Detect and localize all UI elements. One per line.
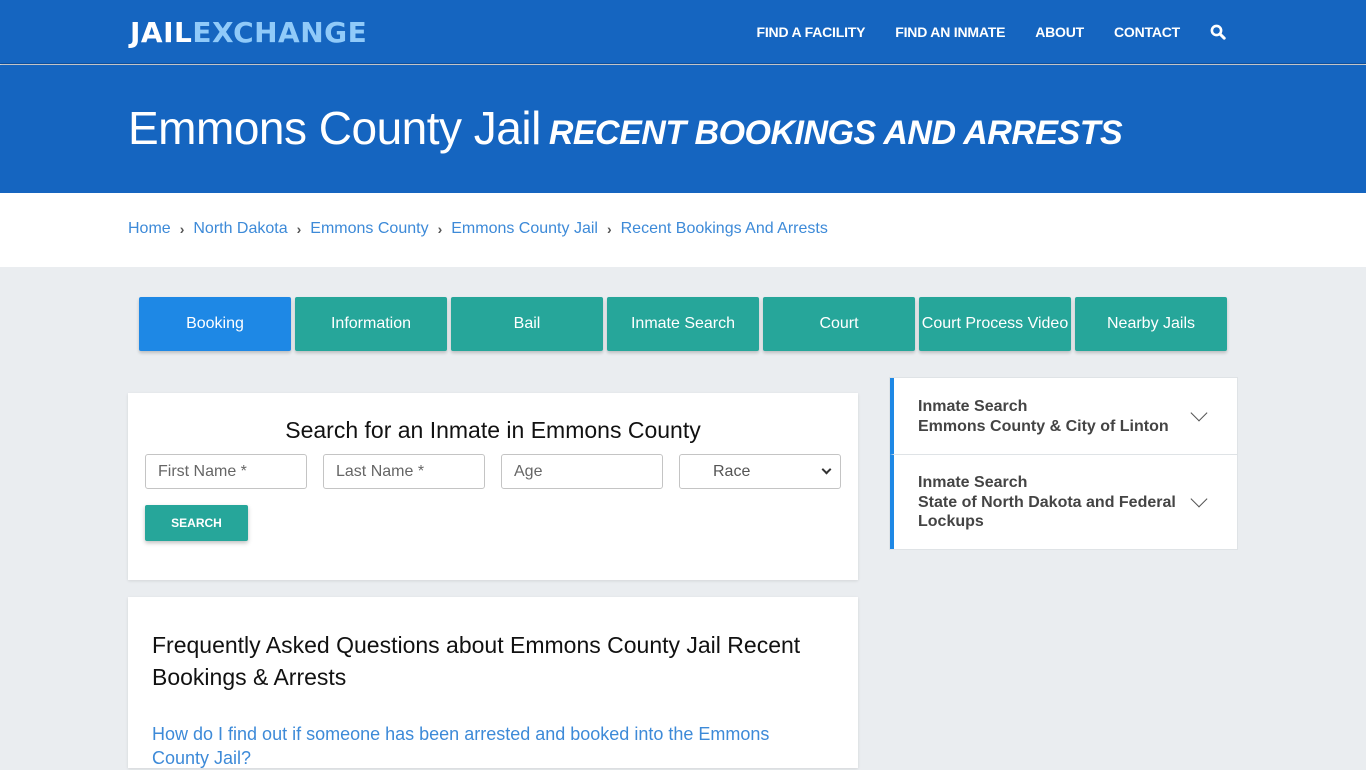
accordion-item-subtitle: Emmons County & City of Linton (918, 417, 1169, 435)
first-name-input[interactable] (145, 454, 307, 489)
section-tabs: Booking Information Bail Inmate Search C… (139, 297, 1231, 351)
tab-court-process-video[interactable]: Court Process Video (919, 297, 1071, 351)
tab-bail[interactable]: Bail (451, 297, 603, 351)
tab-court[interactable]: Court (763, 297, 915, 351)
site-logo[interactable]: JAILEXCHANGE (130, 16, 367, 49)
nav-find-an-inmate[interactable]: FIND AN INMATE (895, 24, 1005, 40)
tab-inmate-search[interactable]: Inmate Search (607, 297, 759, 351)
search-button[interactable]: SEARCH (145, 505, 248, 541)
search-card-title: Search for an Inmate in Emmons County (285, 417, 701, 443)
logo-jail: JAIL (130, 16, 193, 49)
nav-find-a-facility[interactable]: FIND A FACILITY (757, 24, 866, 40)
faq-question-link[interactable]: How do I find out if someone has been ar… (152, 722, 802, 770)
faq-card: Frequently Asked Questions about Emmons … (128, 597, 858, 768)
faq-heading: Frequently Asked Questions about Emmons … (152, 632, 801, 690)
age-input[interactable] (501, 454, 663, 489)
breadcrumb-north-dakota[interactable]: North Dakota (193, 220, 287, 238)
accordion-item-label: Inmate Search Emmons County & City of Li… (918, 397, 1178, 436)
sidebar-accordion: Inmate Search Emmons County & City of Li… (889, 377, 1238, 550)
page-subtitle: RECENT BOOKINGS AND ARRESTS (548, 114, 1123, 152)
accordion-item-label: Inmate Search State of North Dakota and … (918, 473, 1178, 532)
accordion-item-emmons-county[interactable]: Inmate Search Emmons County & City of Li… (890, 378, 1237, 454)
accordion-item-state-federal[interactable]: Inmate Search State of North Dakota and … (890, 454, 1237, 549)
search-icon[interactable] (1210, 24, 1226, 40)
breadcrumb-emmons-county[interactable]: Emmons County (310, 220, 428, 238)
race-select[interactable]: Race (679, 454, 841, 489)
chevron-down-icon (1190, 404, 1208, 422)
tab-information[interactable]: Information (295, 297, 447, 351)
race-select-value: Race (713, 462, 751, 480)
breadcrumb-emmons-county-jail[interactable]: Emmons County Jail (451, 220, 598, 238)
accordion-item-subtitle: State of North Dakota and Federal Lockup… (918, 493, 1176, 531)
page-title: Emmons County Jail RECENT BOOKINGS AND AR… (128, 101, 1123, 155)
accordion-item-title: Inmate Search (918, 398, 1028, 415)
main-nav: FIND A FACILITY FIND AN INMATE ABOUT CON… (727, 0, 1226, 64)
chevron-right-icon: › (606, 221, 612, 237)
chevron-down-icon (1190, 490, 1208, 508)
logo-exchange: EXCHANGE (192, 16, 368, 49)
inmate-search-card: Search for an Inmate in Emmons County Ra… (128, 393, 858, 580)
tab-booking[interactable]: Booking (139, 297, 291, 351)
chevron-down-icon (821, 464, 832, 475)
page-title-main: Emmons County Jail (128, 102, 541, 154)
accordion-item-title: Inmate Search (918, 474, 1028, 491)
breadcrumb-bar: Home › North Dakota › Emmons County › Em… (0, 193, 1366, 267)
chevron-right-icon: › (296, 221, 302, 237)
nav-contact[interactable]: CONTACT (1114, 24, 1180, 40)
page-banner: Emmons County Jail RECENT BOOKINGS AND AR… (0, 65, 1366, 193)
chevron-right-icon: › (179, 221, 185, 237)
last-name-input[interactable] (323, 454, 485, 489)
breadcrumb-home[interactable]: Home (128, 220, 171, 238)
chevron-right-icon: › (437, 221, 443, 237)
breadcrumb: Home › North Dakota › Emmons County › Em… (128, 220, 828, 238)
tab-nearby-jails[interactable]: Nearby Jails (1075, 297, 1227, 351)
breadcrumb-recent-bookings[interactable]: Recent Bookings And Arrests (621, 220, 828, 238)
top-navbar: JAILEXCHANGE FIND A FACILITY FIND AN INM… (0, 0, 1366, 64)
nav-about[interactable]: ABOUT (1035, 24, 1084, 40)
